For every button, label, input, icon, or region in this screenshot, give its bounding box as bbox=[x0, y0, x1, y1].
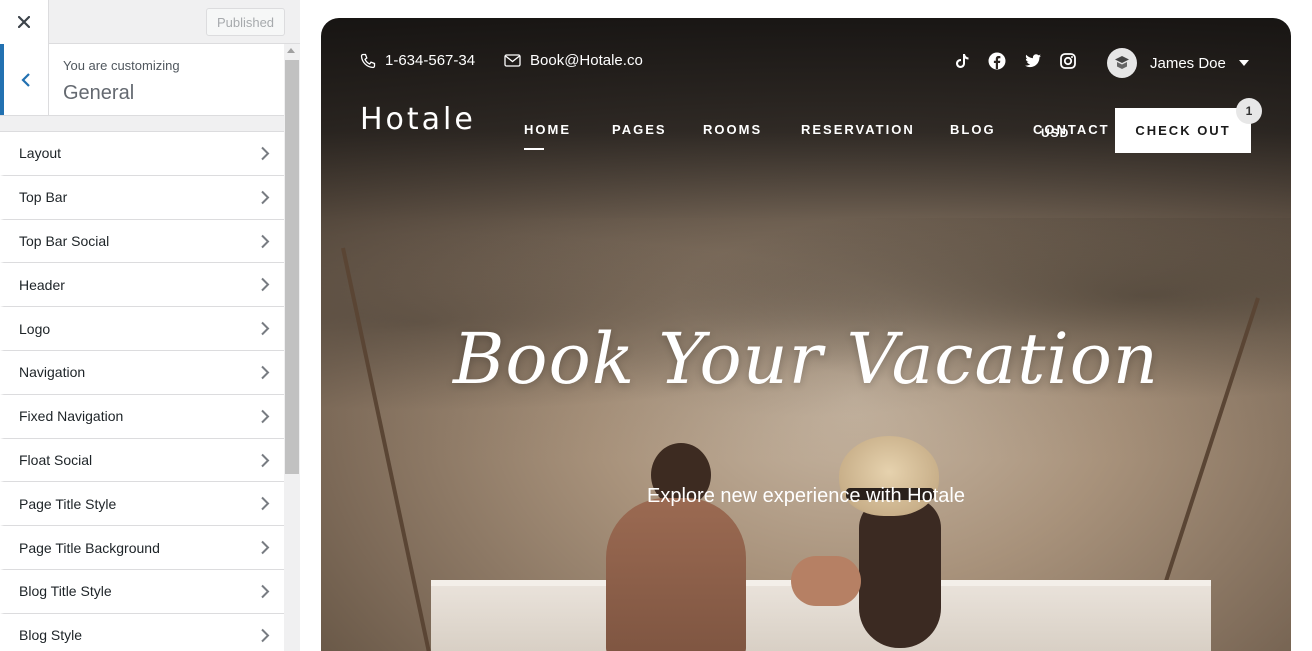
menu-item-label: Page Title Background bbox=[19, 539, 160, 556]
chevron-right-icon bbox=[261, 540, 270, 555]
chevron-right-icon bbox=[261, 234, 270, 248]
customizer-panel: You are customizing General Layout Top B… bbox=[0, 44, 284, 651]
currency-switcher[interactable]: USD bbox=[1041, 126, 1069, 140]
menu-item-label: Top Bar Social bbox=[19, 232, 110, 249]
phone-icon bbox=[360, 53, 376, 68]
published-button[interactable]: Published bbox=[206, 8, 285, 36]
nav-reservation[interactable]: RESERVATION bbox=[801, 122, 915, 137]
avatar bbox=[1107, 48, 1137, 78]
site-logo[interactable]: Hotale bbox=[360, 102, 476, 137]
menu-item-label: Blog Title Style bbox=[19, 583, 112, 600]
hero-title: Book Your Vacation bbox=[452, 318, 1159, 400]
topbar-email[interactable]: Book@Hotale.co bbox=[504, 52, 643, 69]
email-address: Book@Hotale.co bbox=[530, 52, 643, 69]
sidebar-scrollbar[interactable] bbox=[284, 44, 300, 651]
menu-item-layout[interactable]: Layout bbox=[0, 132, 284, 176]
caret-down-icon bbox=[1238, 60, 1249, 66]
section-header: You are customizing General bbox=[0, 44, 284, 116]
scroll-up-arrow-icon[interactable] bbox=[287, 48, 295, 53]
back-button[interactable] bbox=[0, 44, 49, 115]
chevron-right-icon bbox=[261, 365, 270, 380]
scrollbar-thumb[interactable] bbox=[285, 60, 299, 474]
chevron-right-icon bbox=[261, 278, 270, 292]
chevron-right-icon bbox=[261, 584, 270, 599]
menu-item-top-bar[interactable]: Top Bar bbox=[0, 175, 284, 220]
mail-icon bbox=[504, 54, 521, 67]
twitter-icon[interactable] bbox=[1024, 52, 1042, 70]
section-title: General bbox=[63, 82, 135, 104]
chevron-right-icon bbox=[261, 453, 270, 467]
hero-man-figure bbox=[601, 443, 751, 651]
menu-item-fixed-navigation[interactable]: Fixed Navigation bbox=[0, 394, 284, 439]
instagram-icon[interactable] bbox=[1059, 52, 1077, 70]
nav-home[interactable]: HOME bbox=[524, 122, 571, 137]
menu-item-header[interactable]: Header bbox=[0, 263, 284, 308]
menu-item-page-title-background[interactable]: Page Title Background bbox=[0, 526, 284, 570]
chevron-left-icon bbox=[21, 72, 30, 87]
menu-item-top-bar-social[interactable]: Top Bar Social bbox=[0, 219, 284, 264]
nav-pages[interactable]: PAGES bbox=[612, 122, 667, 137]
cart-count-badge: 1 bbox=[1236, 98, 1262, 124]
menu-item-label: Top Bar bbox=[19, 189, 68, 206]
menu-item-label: Logo bbox=[19, 320, 51, 337]
chevron-right-icon bbox=[261, 497, 270, 511]
site-preview: 1-634-567-34 Book@Hotale.co James Doe Ho… bbox=[321, 18, 1291, 651]
customizing-label: You are customizing bbox=[63, 58, 180, 73]
user-menu[interactable]: James Doe bbox=[1107, 48, 1249, 78]
chevron-right-icon bbox=[261, 321, 270, 336]
hero-subtitle: Explore new experience with Hotale bbox=[647, 485, 965, 507]
chevron-right-icon bbox=[261, 409, 270, 423]
close-customizer-button[interactable] bbox=[0, 0, 49, 44]
menu-item-label: Header bbox=[19, 276, 65, 293]
customizer-header: Published bbox=[0, 0, 300, 44]
close-icon bbox=[18, 16, 30, 28]
customizer-sidebar: Published You are customizing General La… bbox=[0, 0, 300, 651]
chevron-right-icon bbox=[261, 190, 270, 205]
phone-number: 1-634-567-34 bbox=[385, 52, 476, 69]
menu-item-label: Layout bbox=[19, 145, 62, 162]
chevron-right-icon bbox=[261, 628, 270, 642]
hero-woman-figure bbox=[791, 436, 941, 651]
user-avatar-icon bbox=[1115, 56, 1129, 69]
facebook-icon[interactable] bbox=[988, 52, 1006, 70]
menu-item-blog-style[interactable]: Blog Style bbox=[0, 613, 284, 651]
menu-item-label: Float Social bbox=[19, 451, 93, 468]
checkout-button[interactable]: CHECK OUT bbox=[1115, 108, 1251, 153]
nav-active-indicator bbox=[524, 148, 544, 150]
section-menu: Layout Top Bar Top Bar Social Header Log… bbox=[0, 131, 284, 651]
chevron-right-icon bbox=[261, 146, 270, 161]
menu-item-float-social[interactable]: Float Social bbox=[0, 438, 284, 483]
menu-item-label: Page Title Style bbox=[19, 495, 117, 512]
menu-item-navigation[interactable]: Navigation bbox=[0, 350, 284, 395]
nav-blog[interactable]: BLOG bbox=[950, 122, 996, 137]
tiktok-icon[interactable] bbox=[953, 52, 971, 70]
menu-item-label: Navigation bbox=[19, 364, 86, 381]
menu-item-blog-title-style[interactable]: Blog Title Style bbox=[0, 569, 284, 614]
menu-item-page-title-style[interactable]: Page Title Style bbox=[0, 482, 284, 527]
user-name: James Doe bbox=[1150, 54, 1226, 72]
topbar-phone[interactable]: 1-634-567-34 bbox=[360, 52, 475, 69]
menu-item-label: Fixed Navigation bbox=[19, 408, 124, 425]
menu-item-label: Blog Style bbox=[19, 627, 83, 644]
nav-rooms[interactable]: ROOMS bbox=[703, 122, 762, 137]
menu-item-logo[interactable]: Logo bbox=[0, 307, 284, 351]
